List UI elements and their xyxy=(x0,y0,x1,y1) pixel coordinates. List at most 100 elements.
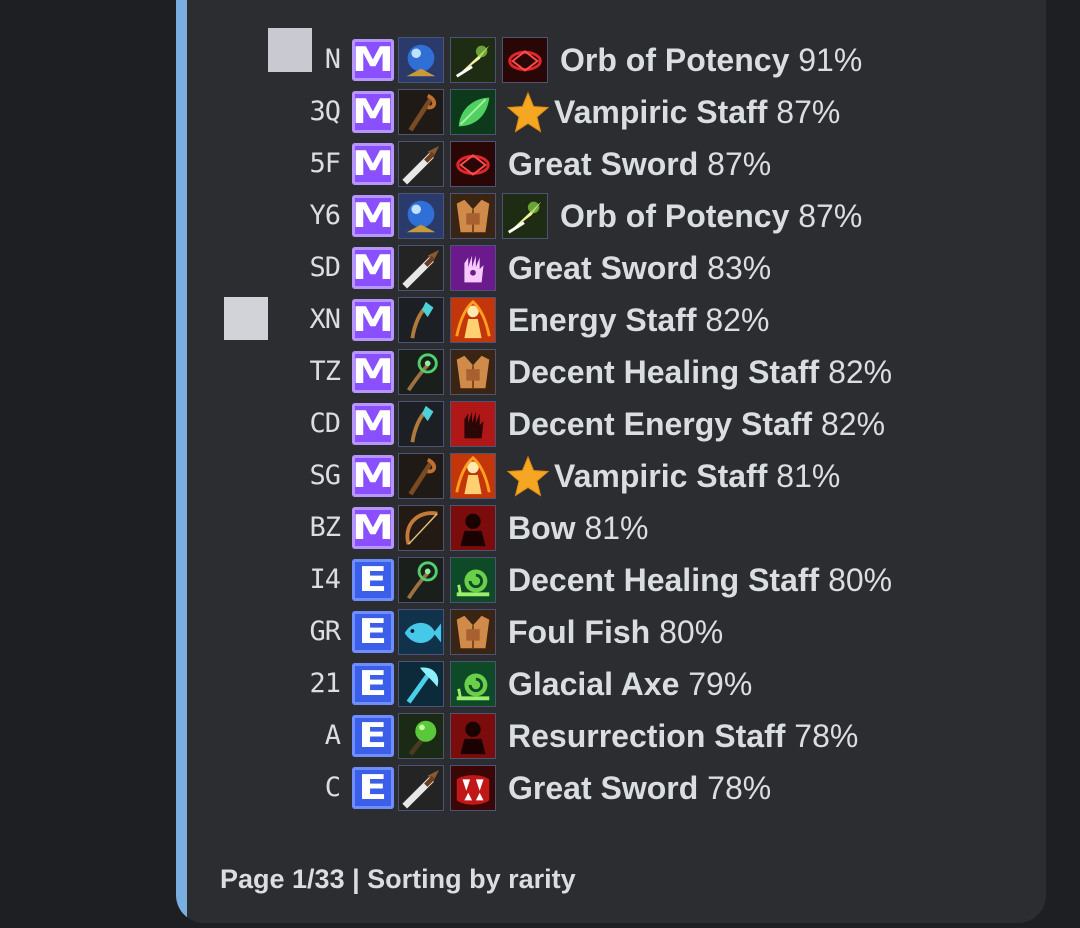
rarity-badge: M xyxy=(351,91,395,133)
purple-hand-icon xyxy=(450,245,496,291)
item-percent: 87% xyxy=(707,146,772,182)
item-label: Decent Energy Staff 82% xyxy=(508,404,885,444)
item-label: Great Sword 87% xyxy=(508,144,771,184)
list-item: BZ M Bow 81% xyxy=(176,502,1046,554)
embed-footer: Page 1/33 | Sorting by rarity xyxy=(220,864,576,894)
fangs-icon xyxy=(450,765,496,811)
dart-icon xyxy=(502,193,548,239)
item-label: Energy Staff 82% xyxy=(508,300,769,340)
item-name: Orb of Potency xyxy=(560,198,790,234)
snail-icon xyxy=(450,661,496,707)
rarity-badge: E xyxy=(352,663,394,705)
item-name: Energy Staff xyxy=(508,302,697,338)
item-name: Decent Healing Staff xyxy=(508,354,820,390)
torso-icon xyxy=(450,609,496,655)
rarity-badge: E xyxy=(352,715,394,757)
item-code: 21 xyxy=(309,668,341,699)
green-staff-icon xyxy=(398,557,444,603)
list-item: 5F M Great Sword 87% xyxy=(176,138,1046,190)
item-code: N xyxy=(324,44,341,75)
list-item: SD M Great Sword 83% xyxy=(176,242,1046,294)
item-name: Great Sword xyxy=(508,146,699,182)
flame-figure-icon xyxy=(450,453,496,499)
item-code: CD xyxy=(309,408,341,439)
axe-icon xyxy=(398,661,444,707)
rarity-badge: E xyxy=(352,559,394,601)
item-percent: 78% xyxy=(794,718,859,754)
list-item: CD M Decent Energy Staff 82% xyxy=(176,398,1046,450)
list-item: SG M Vampiric Staff 81% xyxy=(176,450,1046,502)
item-code: SD xyxy=(309,252,341,283)
item-label: Decent Healing Staff 82% xyxy=(508,352,892,392)
item-name: Vampiric Staff xyxy=(554,94,768,130)
item-percent: 81% xyxy=(776,458,841,494)
rarity-badge: M xyxy=(351,403,395,445)
orb-icon xyxy=(398,193,444,239)
sword-icon xyxy=(398,765,444,811)
item-percent: 79% xyxy=(688,666,753,702)
item-code: C xyxy=(324,772,341,803)
item-percent: 87% xyxy=(776,94,841,130)
rarity-badge: M xyxy=(351,39,395,81)
list-item: TZ M Decent Healing Staff 82% xyxy=(176,346,1046,398)
red-rune-icon xyxy=(450,141,496,187)
dart-icon xyxy=(450,37,496,83)
sword-icon xyxy=(398,245,444,291)
item-label: Orb of Potency 91% xyxy=(560,40,862,80)
rarity-badge: M xyxy=(351,247,395,289)
item-label: Decent Healing Staff 80% xyxy=(508,560,892,600)
fish-icon xyxy=(398,609,444,655)
rarity-badge: M xyxy=(351,299,395,341)
item-code: SG xyxy=(309,460,341,491)
rarity-badge: E xyxy=(352,767,394,809)
star-icon xyxy=(506,455,550,499)
rarity-badge: E xyxy=(352,611,394,653)
bot-embed: N M Orb of Potency 91% 3Q M Vampiric Staff 87… xyxy=(176,0,1046,923)
bow-icon xyxy=(398,505,444,551)
item-percent: 82% xyxy=(828,354,893,390)
list-item: 3Q M Vampiric Staff 87% xyxy=(176,86,1046,138)
item-label: Orb of Potency 87% xyxy=(560,196,862,236)
item-percent: 80% xyxy=(659,614,724,650)
list-item: C E Great Sword 78% xyxy=(176,762,1046,814)
item-name: Glacial Axe xyxy=(508,666,680,702)
dark-figure-icon xyxy=(450,713,496,759)
rarity-badge: M xyxy=(351,455,395,497)
item-name: Orb of Potency xyxy=(560,42,790,78)
item-code: 3Q xyxy=(309,96,341,127)
green-orb-staff-icon xyxy=(398,713,444,759)
item-name: Decent Energy Staff xyxy=(508,406,813,442)
item-name: Foul Fish xyxy=(508,614,651,650)
item-label: Resurrection Staff 78% xyxy=(508,716,858,756)
item-percent: 82% xyxy=(705,302,770,338)
item-code: I4 xyxy=(309,564,341,595)
leaf-icon xyxy=(450,89,496,135)
item-name: Great Sword xyxy=(508,770,699,806)
item-name: Decent Healing Staff xyxy=(508,562,820,598)
flame-figure-icon xyxy=(450,297,496,343)
list-item: 21 E Glacial Axe 79% xyxy=(176,658,1046,710)
item-percent: 87% xyxy=(798,198,863,234)
crystal-staff-icon xyxy=(398,401,444,447)
item-code: 5F xyxy=(309,148,341,179)
sword-icon xyxy=(398,141,444,187)
snail-icon xyxy=(450,557,496,603)
staff-icon xyxy=(398,89,444,135)
placeholder-square-left xyxy=(224,297,268,340)
item-label: Great Sword 78% xyxy=(508,768,771,808)
list-item: GR E Foul Fish 80% xyxy=(176,606,1046,658)
item-name: Vampiric Staff xyxy=(554,458,768,494)
item-code: Y6 xyxy=(309,200,341,231)
item-label: Vampiric Staff 81% xyxy=(554,456,840,496)
crystal-staff-icon xyxy=(398,297,444,343)
torso-icon xyxy=(450,193,496,239)
item-name: Resurrection Staff xyxy=(508,718,786,754)
red-hand-icon xyxy=(450,401,496,447)
list-item: Y6 M Orb of Potency 87% xyxy=(176,190,1046,242)
rarity-badge: M xyxy=(351,351,395,393)
list-item: XN M Energy Staff 82% xyxy=(176,294,1046,346)
item-label: Glacial Axe 79% xyxy=(508,664,752,704)
item-percent: 83% xyxy=(707,250,772,286)
orb-icon xyxy=(398,37,444,83)
item-code: BZ xyxy=(309,512,341,543)
